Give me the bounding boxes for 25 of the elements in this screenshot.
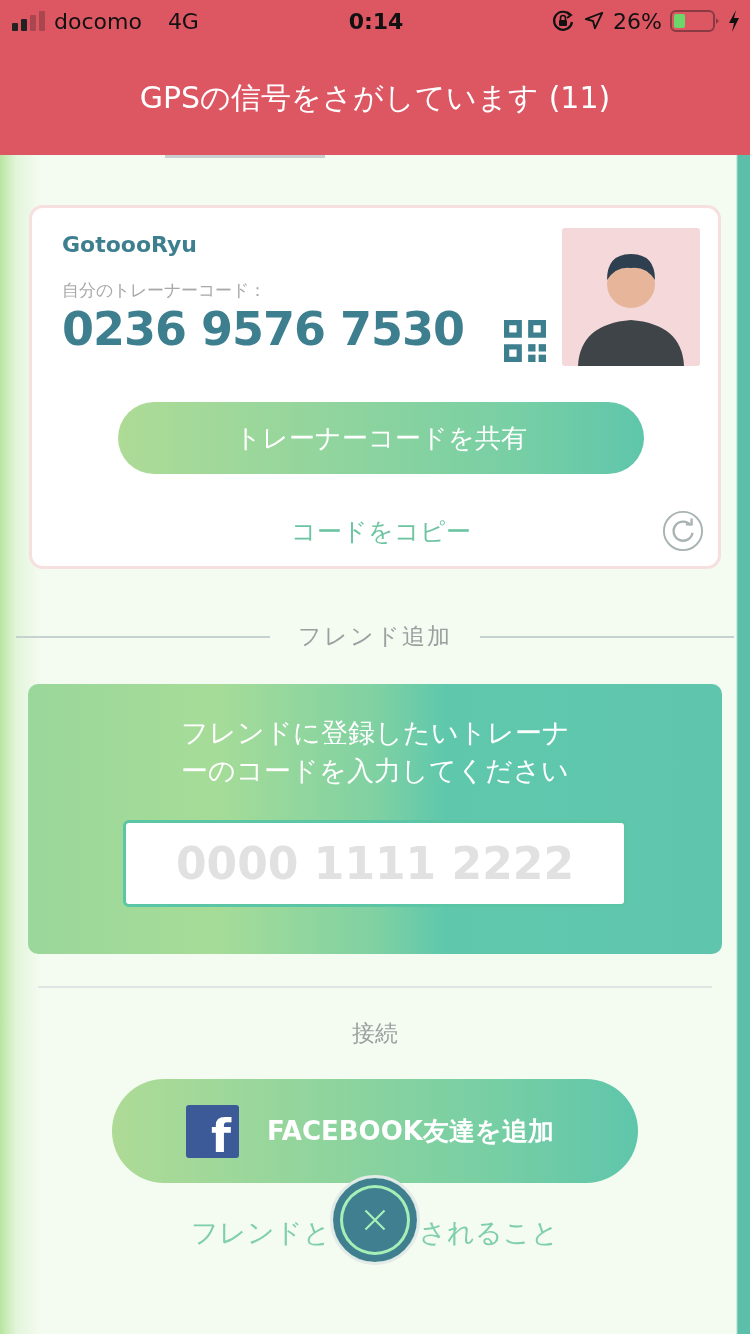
carrier-name: docomo [54,8,142,34]
rotation-lock-icon [551,9,576,33]
clock-time: 0:14 [348,8,404,34]
close-icon [362,1207,388,1233]
avatar-icon [562,228,700,366]
charging-bolt-icon [728,10,740,32]
network-type: 4G [167,8,199,34]
trainer-name: GotoooRyu [62,232,198,257]
share-code-button[interactable]: トレーナーコードを共有 [118,402,644,474]
facebook-friends-button[interactable]: f FACEBOOK友達を追加 [112,1079,638,1183]
copy-code-link[interactable]: コードをコピー [291,514,471,548]
banner-title: GPSの信号をさがしています (11) [139,79,611,117]
location-arrow-icon [583,10,606,32]
trainer-code: 0236 9576 7530 [62,302,466,356]
signal-icon [12,11,46,31]
section-heading: フレンド追加 [298,622,452,651]
battery-percent: 26% [613,8,662,34]
friend-info-link[interactable]: されること [419,1215,559,1251]
code-label: 自分のトレーナーコード： [62,279,267,302]
friend-info-link[interactable]: フレンドと [191,1215,331,1251]
logo-icon: f [186,1104,239,1158]
section-heading: 接続 [352,1019,398,1048]
code-prompt: フレンドに登録したいトレーナーのコードを入力してください [179,716,571,788]
qr-code-icon[interactable] [504,320,546,362]
battery-icon [670,9,720,33]
